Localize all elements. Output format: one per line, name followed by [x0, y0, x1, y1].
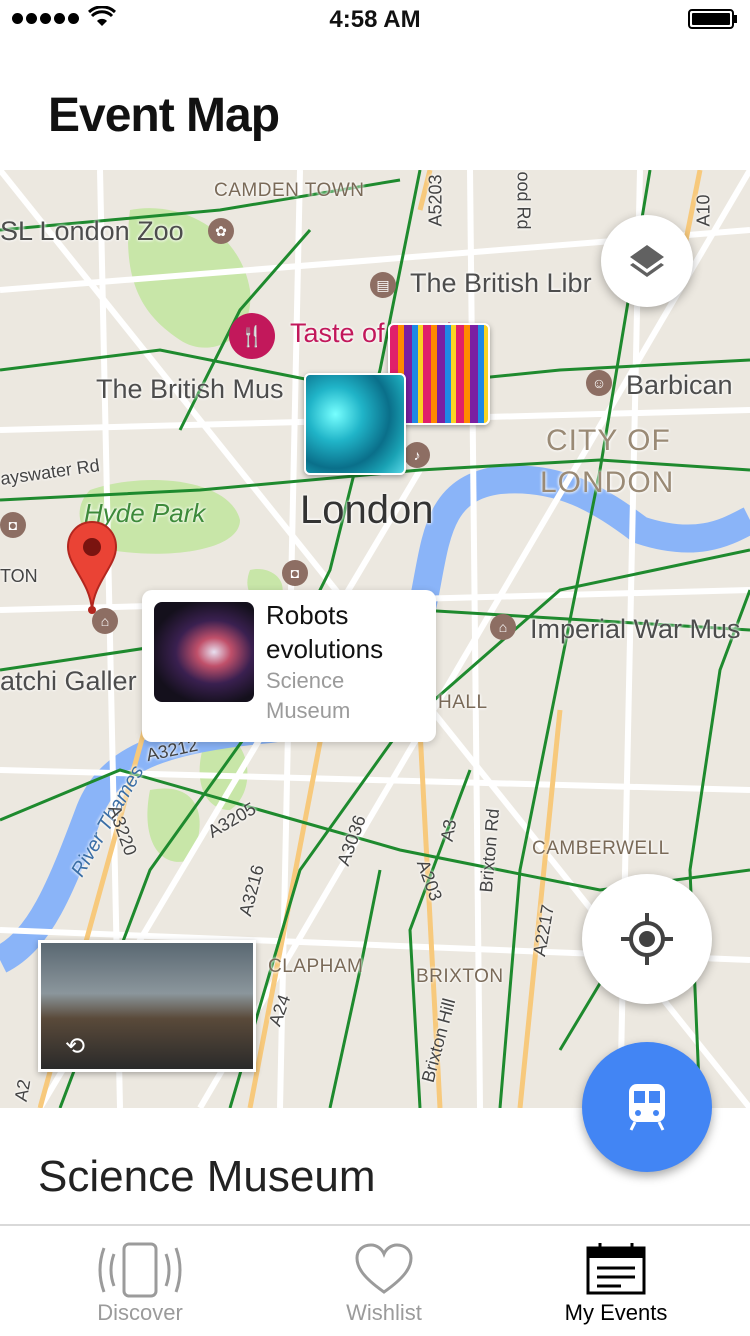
zoo-paw-icon[interactable]: ✿	[208, 218, 234, 244]
camera-icon[interactable]: ◘	[0, 512, 26, 538]
tab-discover[interactable]: Discover	[40, 1226, 240, 1336]
event-thumbnail[interactable]	[304, 373, 406, 475]
crosshair-icon	[621, 913, 673, 965]
map-label-a3: A3	[436, 817, 461, 843]
event-title: Robots evolutions	[266, 600, 384, 664]
music-note-icon[interactable]: ♪	[404, 442, 430, 468]
library-book-icon[interactable]: ▤	[370, 272, 396, 298]
tab-label: Discover	[97, 1300, 183, 1325]
tab-label: Wishlist	[346, 1300, 422, 1325]
restaurant-icon[interactable]: 🍴	[229, 313, 275, 359]
status-bar: 4:58 AM	[0, 0, 750, 40]
map-label-city-london: LONDON	[540, 466, 675, 499]
map-label-a5203: A5203	[425, 174, 446, 227]
map-layers-button[interactable]	[601, 215, 693, 307]
status-time: 4:58 AM	[329, 6, 421, 33]
map-label-a2: A2	[10, 1077, 35, 1103]
map-label-british-library: The British Libr	[410, 268, 592, 298]
train-icon	[629, 1084, 665, 1131]
camera-icon[interactable]: ◘	[282, 560, 308, 586]
map-label-british-museum: The British Mus	[96, 374, 284, 404]
tab-my-events[interactable]: My Events	[516, 1226, 716, 1336]
transit-button[interactable]	[582, 1042, 712, 1172]
map-label-clapham: CLAPHAM	[268, 956, 364, 977]
tab-bar: Discover Wishlist My Events	[0, 1224, 750, 1336]
rotate-360-icon: ⟲	[65, 1033, 86, 1060]
map-label-zoo: SL London Zoo	[0, 216, 184, 246]
map-label-camberwell: CAMBERWELL	[532, 838, 670, 859]
event-map[interactable]: CAMDEN TOWN SL London Zoo ✿ ▤ The Britis…	[0, 170, 750, 1108]
layers-icon	[630, 245, 664, 277]
tab-label: My Events	[564, 1300, 668, 1325]
map-label-ton: TON	[0, 566, 38, 586]
location-pin-icon[interactable]	[66, 520, 118, 616]
battery-icon	[688, 9, 737, 29]
museum-icon[interactable]: ⌂	[490, 614, 516, 640]
map-label-saatchi: atchi Galler	[0, 666, 137, 696]
street-view-thumbnail[interactable]: ⟲	[38, 940, 256, 1072]
map-label-city: CITY OF	[546, 424, 671, 457]
calendar-icon	[586, 1243, 646, 1295]
map-label-hall: HALL	[438, 692, 488, 713]
map-label-imperial: Imperial War Mus	[530, 614, 741, 644]
phone-vibrate-icon	[98, 1242, 182, 1298]
map-label-barbican: Barbican	[626, 370, 733, 400]
map-label-pood-rd: ood Rd	[513, 171, 534, 230]
map-label-a10: A10	[693, 194, 714, 227]
heart-icon	[355, 1243, 413, 1294]
map-label-brixton: BRIXTON	[416, 966, 504, 987]
event-card[interactable]: Robots evolutions Science Museum	[142, 590, 436, 742]
event-image	[154, 602, 254, 702]
selected-place-name: Science Museum	[38, 1152, 376, 1201]
tab-wishlist[interactable]: Wishlist	[284, 1226, 484, 1336]
theatre-icon[interactable]: ☺	[586, 370, 612, 396]
map-label-camden: CAMDEN TOWN	[214, 180, 365, 201]
page-title: Event Map	[48, 89, 280, 142]
my-location-button[interactable]	[582, 874, 712, 1004]
map-label-london: London	[300, 488, 434, 532]
event-venue: Science Museum	[266, 668, 351, 723]
